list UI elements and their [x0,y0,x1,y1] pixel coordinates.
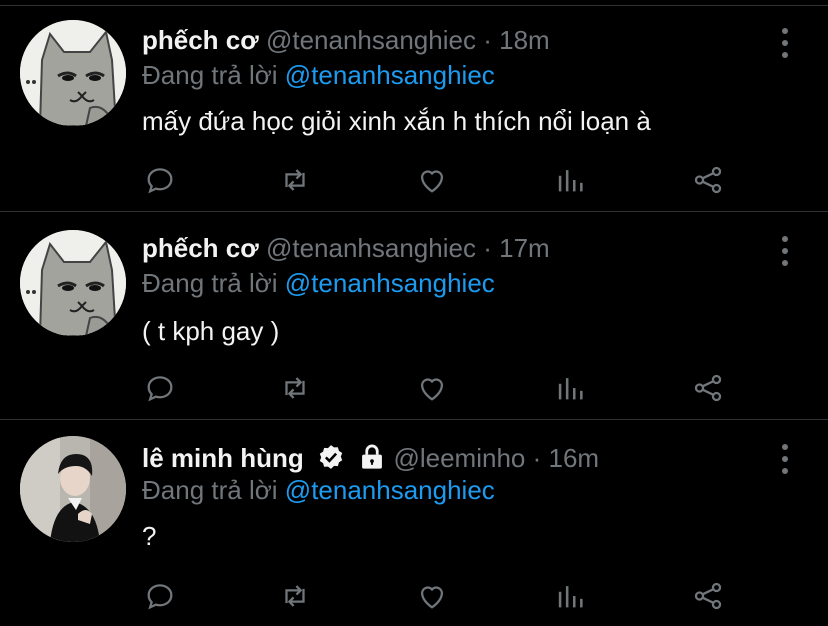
comment-icon [147,168,173,194]
share-button[interactable] [688,160,728,200]
retweet-button[interactable] [275,576,315,616]
profile-photo-icon [20,436,126,542]
tweet-header: lê minh hùng @leeminho · 16m [142,443,599,477]
tweet-text: ( t kph gay ) [142,316,280,346]
avatar[interactable] [20,436,126,542]
mention-link[interactable]: @tenanhsanghiec [285,60,495,90]
heart-icon [420,378,444,401]
lock-icon [358,443,386,477]
user-handle[interactable]: @tenanhsanghiec [266,233,476,263]
views-button[interactable] [550,368,590,408]
replying-to-label: Đang trả lời [142,268,278,298]
tweet-text: mấy đứa học giỏi xinh xắn h thích nổi lo… [142,106,651,136]
tweet-2[interactable]: phếch cơ @tenanhsanghiec · 17m Đang trả … [0,212,828,420]
timestamp[interactable]: 16m [549,443,600,473]
separator-dot: · [483,25,492,55]
user-handle[interactable]: @tenanhsanghiec [266,25,476,55]
tweet-1[interactable]: phếch cơ @tenanhsanghiec · 18m Đang trả … [0,0,828,212]
action-bar [140,576,740,616]
share-icon [694,166,722,194]
avatar[interactable] [20,230,126,336]
mention-link[interactable]: @tenanhsanghiec [285,268,495,298]
comment-icon [147,584,173,610]
more-options-button[interactable] [775,28,795,58]
reply-button[interactable] [140,160,180,200]
bar-chart-icon [558,378,583,400]
replying-to: Đang trả lời @tenanhsanghiec [142,475,495,505]
like-button[interactable] [412,576,452,616]
timestamp[interactable]: 17m [499,233,550,263]
more-options-button[interactable] [775,444,795,474]
tweet-3[interactable]: lê minh hùng @leeminho · 16m Đang trả lờ… [0,420,828,626]
like-button[interactable] [412,368,452,408]
share-icon [694,374,722,402]
retweet-icon [285,169,305,191]
heart-icon [420,170,444,193]
action-bar [140,160,740,200]
display-name[interactable]: phếch cơ [142,233,259,263]
tweet-header: phếch cơ @tenanhsanghiec · 17m [142,233,550,263]
retweet-button[interactable] [275,368,315,408]
share-button[interactable] [688,368,728,408]
timestamp[interactable]: 18m [499,25,550,55]
reply-button[interactable] [140,368,180,408]
replying-to: Đang trả lời @tenanhsanghiec [142,60,495,90]
tweet-header: phếch cơ @tenanhsanghiec · 18m [142,25,550,55]
separator-dot: · [532,443,542,473]
views-button[interactable] [550,576,590,616]
replying-to-label: Đang trả lời [142,60,278,90]
more-vertical-icon [782,444,788,450]
share-icon [694,582,722,610]
replying-to-label: Đang trả lời [142,475,278,505]
cat-avatar-icon [20,230,126,336]
heart-icon [420,586,444,609]
bar-chart-icon [558,586,583,608]
comment-icon [147,376,173,402]
more-vertical-icon [782,28,788,34]
mention-link[interactable]: @tenanhsanghiec [285,475,495,505]
display-name[interactable]: lê minh hùng [142,443,304,473]
more-vertical-icon [782,236,788,242]
retweet-icon [285,377,305,399]
cat-avatar-icon [20,20,126,126]
views-button[interactable] [550,160,590,200]
verified-badge-icon [317,443,345,477]
user-handle[interactable]: @leeminho [393,443,525,473]
bar-chart-icon [558,170,583,192]
avatar[interactable] [20,20,126,126]
action-bar [140,368,740,408]
tweet-text: ? [142,521,157,551]
reply-button[interactable] [140,576,180,616]
share-button[interactable] [688,576,728,616]
retweet-button[interactable] [275,160,315,200]
more-options-button[interactable] [775,236,795,266]
display-name[interactable]: phếch cơ [142,25,259,55]
like-button[interactable] [412,160,452,200]
separator-dot: · [483,233,492,263]
replying-to: Đang trả lời @tenanhsanghiec [142,268,495,298]
retweet-icon [285,585,305,607]
